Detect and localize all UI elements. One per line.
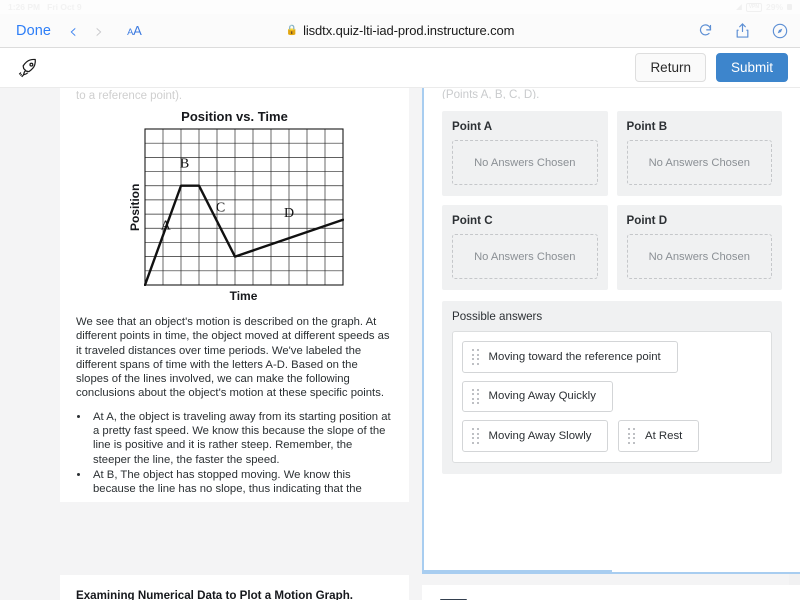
active-question-card: (Points A, B, C, D). Point A No Answers … [422, 88, 800, 574]
back-icon[interactable]: ‹ [69, 21, 77, 41]
answer-chip-label: Moving toward the reference point [488, 350, 661, 363]
svg-text:C: C [215, 200, 224, 215]
point-cell-c[interactable]: Point C No Answers Chosen [442, 205, 608, 290]
point-dropzone-grid: Point A No Answers Chosen Point B No Ans… [442, 111, 782, 290]
position-time-chart: Position vs. Time Position A B C D Time [60, 102, 409, 309]
answer-chip-label: At Rest [644, 429, 683, 442]
document-bullet-list: At A, the object is traveling away from … [90, 410, 393, 497]
answer-row: Moving toward the reference point [462, 341, 762, 373]
chart-svg: A B C D [143, 128, 344, 286]
answer-chip-label: Moving Away Slowly [488, 429, 592, 442]
point-cell-b[interactable]: Point B No Answers Chosen [616, 111, 782, 196]
section-heading: Examining Numerical Data to Plot a Motio… [76, 589, 353, 600]
answer-chip-1[interactable]: Moving Away Quickly [462, 380, 613, 412]
point-label: Point B [626, 120, 668, 133]
drag-handle-icon[interactable] [628, 428, 635, 444]
chart-ylabel: Position [127, 183, 142, 231]
svg-text:D: D [283, 206, 293, 221]
share-icon[interactable] [735, 22, 750, 39]
ios-status-bar: 1:26 PM Fri Oct 9 ◢ VPN 29% [0, 0, 800, 14]
dropzone-point-b[interactable]: No Answers Chosen [626, 140, 772, 185]
chart-title: Position vs. Time [181, 109, 288, 124]
answer-chip-0[interactable]: Moving toward the reference point [462, 341, 678, 373]
lock-icon: 🔒 [285, 25, 299, 36]
reading-pane[interactable]: to a reference point). Position vs. Time… [0, 88, 409, 600]
drag-handle-icon[interactable] [472, 428, 479, 444]
point-label: Point D [626, 214, 668, 227]
document-body: We see that an object's motion is descri… [60, 309, 409, 502]
list-item: At B, The object has stopped moving. We … [90, 468, 393, 497]
text-size-label: A [133, 23, 142, 38]
submit-button[interactable]: Submit [715, 53, 788, 82]
list-item: At A, the object is traveling away from … [90, 410, 393, 467]
vpn-badge: VPN [745, 2, 762, 12]
done-button[interactable]: Done [16, 23, 51, 39]
quiz-pane[interactable]: (Points A, B, C, D). Point A No Answers … [411, 88, 800, 600]
drag-handle-icon[interactable] [472, 349, 479, 365]
dropzone-point-d[interactable]: No Answers Chosen [626, 234, 772, 279]
document-paragraph: We see that an object's motion is descri… [76, 316, 390, 400]
point-label: Point A [452, 120, 493, 133]
dropzone-point-c[interactable]: No Answers Chosen [452, 234, 598, 279]
return-button[interactable]: Return [635, 53, 706, 82]
url-text: lisdtx.quiz-lti-iad-prod.instructure.com [303, 23, 515, 38]
possible-answers-label: Possible answers [452, 310, 543, 323]
possible-answers-bank[interactable]: Moving toward the reference point Moving… [452, 331, 772, 463]
answer-row: Moving Away Quickly [462, 380, 762, 412]
battery-icon [787, 4, 792, 10]
drag-handle-icon[interactable] [472, 388, 479, 404]
quiz-app-toolbar: Return Submit [0, 48, 800, 88]
answer-chip-3[interactable]: At Rest [618, 420, 700, 452]
answer-chip-label: Moving Away Quickly [488, 390, 596, 403]
truncated-top-line: to a reference point). [76, 90, 183, 102]
forward-icon[interactable]: › [95, 21, 103, 41]
safari-compass-icon[interactable] [772, 23, 788, 39]
possible-answers-section: Possible answers Moving toward the refer… [442, 301, 782, 474]
svg-text:B: B [179, 156, 188, 171]
rocket-icon [18, 57, 39, 78]
next-question-card[interactable]: 3 1 point Put the steps to draw a motion… [422, 585, 800, 600]
answer-row: Moving Away Slowly At Rest [462, 420, 762, 452]
point-cell-a[interactable]: Point A No Answers Chosen [442, 111, 608, 196]
status-date: Fri Oct 9 [47, 2, 82, 12]
point-cell-d[interactable]: Point D No Answers Chosen [616, 205, 782, 290]
wifi-icon: ◢ [736, 4, 742, 11]
document-sheet: to a reference point). Position vs. Time… [60, 88, 409, 502]
svg-text:A: A [160, 219, 171, 234]
point-label: Point C [452, 214, 493, 227]
battery-percent: 29% [765, 2, 783, 12]
quiz-workspace: to a reference point). Position vs. Time… [0, 88, 800, 600]
question-prompt-truncated: (Points A, B, C, D). [442, 88, 540, 99]
document-sheet-lower: Examining Numerical Data to Plot a Motio… [60, 575, 409, 600]
dropzone-point-a[interactable]: No Answers Chosen [452, 140, 598, 185]
chart-plot-area: A B C D [143, 128, 344, 286]
browser-toolbar: Done ‹ › AA 🔒 lisdtx.quiz-lti-iad-prod.i… [0, 14, 800, 48]
answer-chip-2[interactable]: Moving Away Slowly [462, 420, 609, 452]
chart-xlabel: Time [229, 289, 258, 303]
address-bar[interactable]: 🔒 lisdtx.quiz-lti-iad-prod.instructure.c… [0, 23, 800, 38]
status-time: 1:26 PM [8, 2, 41, 12]
text-size-button[interactable]: AA [127, 23, 142, 38]
reload-icon[interactable] [698, 23, 713, 38]
